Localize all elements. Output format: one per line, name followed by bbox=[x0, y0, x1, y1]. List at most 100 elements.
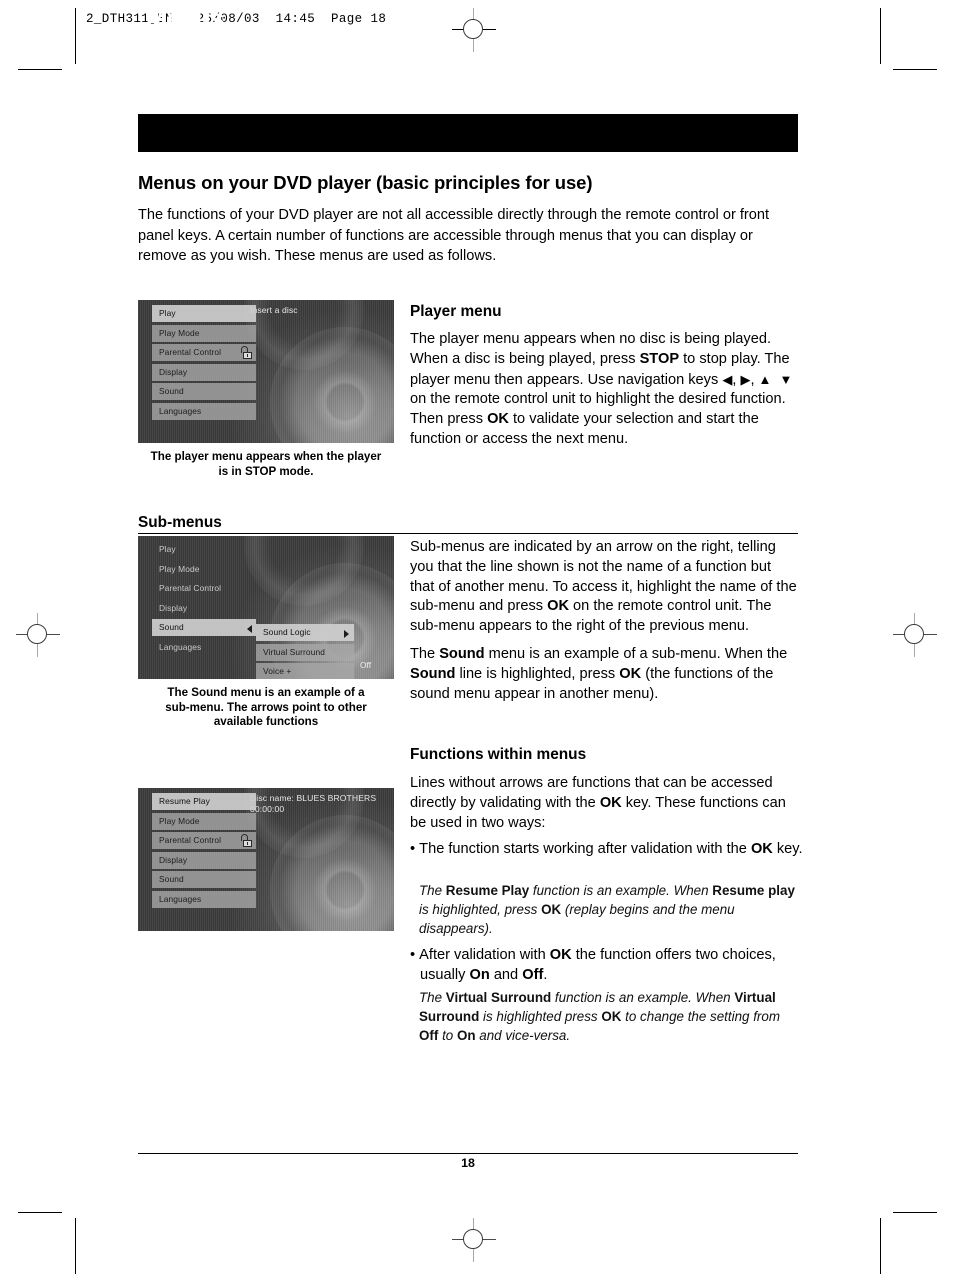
functions-paragraph-1: Lines without arrows are functions that … bbox=[410, 774, 798, 833]
sub-menus-paragraph-1: Sub-menus are indicated by an arrow on t… bbox=[410, 538, 798, 637]
sub-menus-paragraph-2: The Sound menu is an example of a sub-me… bbox=[410, 645, 798, 704]
text-run: is highlighted press bbox=[479, 1009, 602, 1024]
menu-item-label: Play Mode bbox=[159, 563, 200, 574]
text-run: function is an example. When bbox=[551, 990, 735, 1005]
functions-example-virtual-surround: The Virtual Surround function is an exam… bbox=[419, 988, 798, 1045]
figure-player-menu-screenshot: Insert a disc Play Play Mode Parental Co… bbox=[138, 300, 394, 443]
text-run-bold: Resume play bbox=[712, 883, 795, 898]
menu-item-label: Languages bbox=[159, 641, 202, 652]
crop-mark-top-right-vertical bbox=[880, 8, 881, 64]
open-padlock-icon bbox=[239, 834, 252, 847]
menu-item-label: Display bbox=[159, 854, 188, 865]
text-run-bold: Off bbox=[419, 1028, 439, 1043]
text-run: to bbox=[438, 1028, 457, 1043]
menu-item-parental-control[interactable]: Parental Control bbox=[152, 832, 256, 849]
caption-line-2: is in STOP mode. bbox=[218, 464, 314, 478]
menu-item-display[interactable]: Display bbox=[152, 600, 256, 617]
page-number: 18 bbox=[461, 1156, 475, 1170]
heading-sub-menus: Sub-menus bbox=[138, 514, 222, 531]
figure-player-menu-caption: The player menu appears when the player … bbox=[133, 450, 399, 479]
text-run-bold: Resume Play bbox=[445, 883, 530, 898]
menu-item-sound[interactable]: Sound bbox=[152, 619, 256, 636]
menu-item-languages[interactable]: Languages bbox=[152, 402, 256, 420]
text-run: The function starts working after valida… bbox=[419, 841, 751, 857]
text-run-bold: OK bbox=[549, 947, 572, 963]
menu-item-play-mode[interactable]: Play Mode bbox=[152, 561, 256, 578]
menu-item-display[interactable]: Display bbox=[152, 363, 256, 381]
menu-item-sound[interactable]: Sound bbox=[152, 383, 256, 400]
crop-mark-bottom-left-horizontal bbox=[18, 1212, 62, 1213]
menu-item-label: Display bbox=[159, 366, 188, 377]
menu-item-label: Play Mode bbox=[159, 815, 200, 826]
text-run: to change the setting from bbox=[621, 1009, 780, 1024]
arrow-up-icon: ▲ bbox=[758, 371, 772, 387]
menu-item-label: Play bbox=[159, 544, 176, 554]
text-run-bold: Virtual Surround bbox=[445, 990, 552, 1005]
menu-item-label: Resume Play bbox=[159, 796, 210, 806]
text-run: The bbox=[410, 646, 440, 662]
crop-mark-bottom-left-vertical bbox=[75, 1218, 76, 1274]
submenu-item-virtual-surround[interactable]: Virtual Surround bbox=[256, 643, 354, 661]
sub-menu-child-list: Sound Logic Virtual Surround Voice + bbox=[256, 624, 354, 679]
text-run-bold: OK bbox=[750, 841, 773, 857]
sub-menu-parent-list: Play Play Mode Parental Control Display … bbox=[152, 541, 256, 658]
menu-item-label: Display bbox=[159, 602, 188, 613]
text-run: is highlighted, press bbox=[419, 902, 542, 917]
player-menu-list: Play Play Mode Parental Control Display … bbox=[152, 305, 256, 422]
menu-item-label: Play Mode bbox=[159, 327, 200, 338]
registration-mark-right bbox=[893, 613, 937, 657]
functions-example-resume-play: The Resume Play function is an example. … bbox=[419, 881, 798, 938]
text-run-bold: Sound bbox=[410, 665, 456, 682]
menu-item-label: Sound bbox=[159, 386, 184, 396]
menu-item-sound[interactable]: Sound bbox=[152, 871, 256, 888]
screen-message-insert-disc: Insert a disc bbox=[250, 305, 298, 315]
caption-line-3: available functions bbox=[213, 715, 319, 729]
text-run-bold: OK bbox=[547, 598, 569, 615]
figure-sub-menu-screenshot: Play Play Mode Parental Control Display … bbox=[138, 536, 394, 679]
functions-bullet-2: • After validation with OK the function … bbox=[410, 946, 808, 986]
menu-item-label: Parental Control bbox=[159, 835, 222, 845]
text-run: . bbox=[543, 966, 548, 983]
menu-item-label: Voice + bbox=[263, 666, 292, 676]
submenu-item-sound-logic[interactable]: Sound Logic bbox=[256, 624, 354, 641]
caption-line-1: The player menu appears when the player bbox=[150, 450, 382, 463]
submenu-value-off: Off bbox=[360, 660, 372, 670]
arrow-right-icon: ▶ bbox=[740, 371, 751, 387]
chapter-banner bbox=[138, 114, 798, 152]
text-run-bold: OK bbox=[619, 665, 642, 682]
menu-item-play[interactable]: Play bbox=[152, 305, 256, 322]
menu-item-languages[interactable]: Languages bbox=[152, 639, 256, 656]
menu-item-display[interactable]: Display bbox=[152, 851, 256, 869]
disc-time-line: 00:00:00 bbox=[250, 804, 285, 814]
menu-item-parental-control[interactable]: Parental Control bbox=[152, 580, 256, 597]
sub-menus-divider bbox=[138, 533, 798, 534]
submenu-item-voice-plus[interactable]: Voice + bbox=[256, 663, 354, 679]
functions-bullet-1: • The function starts working after vali… bbox=[410, 840, 808, 860]
menu-item-play-mode[interactable]: Play Mode bbox=[152, 324, 256, 342]
text-run: , bbox=[750, 371, 759, 388]
text-run: and bbox=[489, 966, 523, 983]
caption-line-1: The Sound menu is an example of a bbox=[167, 686, 365, 699]
intro-paragraph: The functions of your DVD player are not… bbox=[138, 207, 770, 264]
menu-item-play-mode[interactable]: Play Mode bbox=[152, 812, 256, 830]
menu-item-label: Sound bbox=[159, 622, 184, 632]
text-run-bold: OK bbox=[601, 1009, 622, 1024]
text-run-bold: OK bbox=[541, 902, 562, 917]
text-run bbox=[771, 372, 779, 388]
bullet-marker: • bbox=[410, 947, 420, 963]
arrow-down-icon: ▼ bbox=[779, 371, 793, 387]
menu-item-parental-control[interactable]: Parental Control bbox=[152, 344, 256, 361]
open-padlock-icon bbox=[239, 346, 252, 359]
crop-mark-top-left-horizontal bbox=[18, 69, 62, 70]
menu-item-label: Virtual Surround bbox=[263, 646, 325, 657]
text-run: After validation with bbox=[419, 947, 550, 963]
menu-item-resume-play[interactable]: Resume Play bbox=[152, 793, 256, 810]
page-content: Menus Menus on your DVD player (basic pr… bbox=[138, 0, 803, 1281]
menu-item-play[interactable]: Play bbox=[152, 541, 256, 558]
figure-resume-play-screenshot: Disc name: BLUES BROTHERS 00:00:00 Resum… bbox=[138, 788, 394, 931]
text-run-bold: OK bbox=[599, 794, 622, 811]
text-run-bold: OK bbox=[487, 411, 509, 428]
menu-item-languages[interactable]: Languages bbox=[152, 890, 256, 908]
menu-item-label: Sound Logic bbox=[263, 627, 311, 637]
menu-item-label: Languages bbox=[159, 405, 202, 416]
